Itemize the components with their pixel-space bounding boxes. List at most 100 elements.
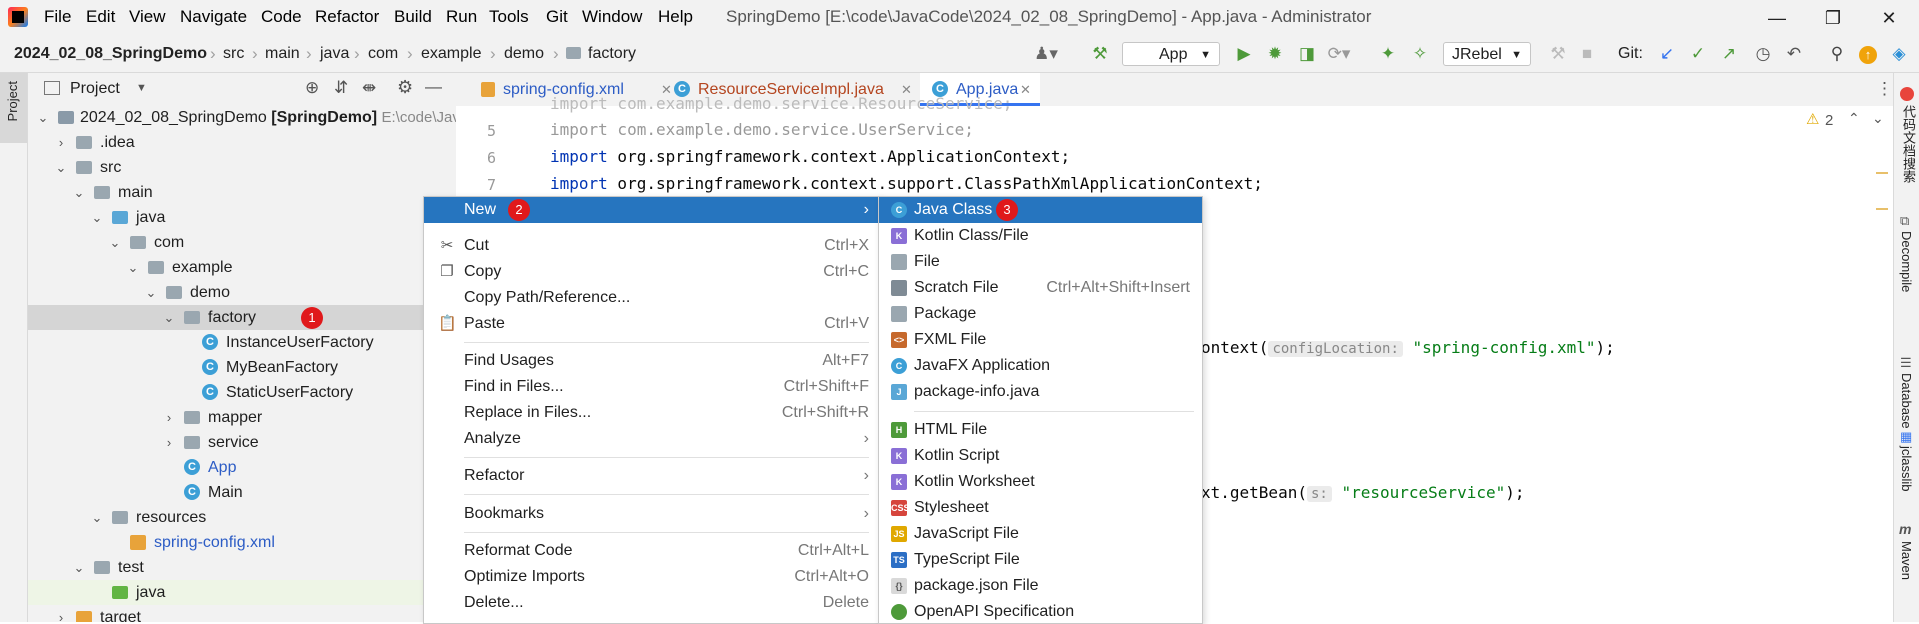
- menu-item-replace-in-files[interactable]: Replace in Files... Ctrl+Shift+R: [424, 400, 881, 426]
- gear-icon[interactable]: ⚙: [397, 77, 413, 98]
- collapsed-arrow-icon[interactable]: ›: [162, 430, 176, 455]
- submenu-item-java-class[interactable]: C Java Class 3: [879, 197, 1202, 223]
- search-icon[interactable]: ⚲: [1825, 42, 1849, 66]
- submenu-item-fxml[interactable]: <> FXML File: [879, 327, 1202, 353]
- tree-item-mybeanfactory[interactable]: C MyBeanFactory: [28, 355, 456, 380]
- menu-item-new[interactable]: New 2 ›: [424, 197, 881, 223]
- minimize-panel-icon[interactable]: —: [425, 77, 442, 97]
- menu-item-paste[interactable]: 📋 Paste Ctrl+V: [424, 311, 881, 337]
- tree-item-target[interactable]: › target: [28, 605, 456, 622]
- collapsed-arrow-icon[interactable]: ›: [54, 605, 68, 622]
- chevron-up-icon[interactable]: ⌃: [1848, 110, 1860, 127]
- submenu-item-javafx[interactable]: C JavaFX Application: [879, 353, 1202, 379]
- submenu-item-kotlin-class[interactable]: K Kotlin Class/File: [879, 223, 1202, 249]
- crosshair-icon[interactable]: ⊕: [305, 78, 319, 98]
- submenu-item-kotlin-worksheet[interactable]: K Kotlin Worksheet: [879, 469, 1202, 495]
- menu-edit[interactable]: Edit: [86, 7, 115, 27]
- menu-item-bookmarks[interactable]: Bookmarks ›: [424, 501, 881, 527]
- minimize-icon[interactable]: —: [1757, 4, 1797, 32]
- menu-run[interactable]: Run: [446, 7, 477, 27]
- collapse-all-icon[interactable]: ⇼: [362, 78, 376, 98]
- expand-all-icon[interactable]: ⇵: [334, 78, 348, 98]
- menu-refactor[interactable]: Refactor: [315, 7, 379, 27]
- database-icon[interactable]: ☰: [1900, 355, 1912, 371]
- jrebel-debug-icon[interactable]: ✧: [1408, 42, 1432, 66]
- menu-git[interactable]: Git: [546, 7, 568, 27]
- submenu-item-typescript[interactable]: TS TypeScript File: [879, 547, 1202, 573]
- code-search-icon[interactable]: [1900, 87, 1914, 101]
- maven-icon[interactable]: m: [1899, 521, 1911, 537]
- profile-icon[interactable]: ⟳▾: [1327, 42, 1351, 66]
- menu-tools[interactable]: Tools: [489, 7, 529, 27]
- menu-item-optimize-imports[interactable]: Optimize Imports Ctrl+Alt+O: [424, 564, 881, 590]
- submenu-item-scratch-file[interactable]: Scratch File Ctrl+Alt+Shift+Insert: [879, 275, 1202, 301]
- project-panel-title[interactable]: Project: [70, 80, 120, 98]
- git-commit-icon[interactable]: ✓: [1686, 42, 1710, 66]
- breadcrumb-src[interactable]: src: [223, 45, 244, 63]
- menu-build[interactable]: Build: [394, 7, 432, 27]
- tree-item-service[interactable]: › service: [28, 430, 456, 455]
- tree-item-resources[interactable]: ⌄ resources: [28, 505, 456, 530]
- menu-item-cut[interactable]: ✂ Cut Ctrl+X: [424, 233, 881, 259]
- chevron-down-icon[interactable]: ⌄: [1872, 110, 1884, 127]
- expand-arrow-icon[interactable]: ⌄: [162, 305, 176, 330]
- menu-code[interactable]: Code: [261, 7, 302, 27]
- history-icon[interactable]: ◷: [1751, 42, 1775, 66]
- expand-arrow-icon[interactable]: ⌄: [90, 505, 104, 530]
- tree-item-com[interactable]: ⌄ com: [28, 230, 456, 255]
- tree-item-main[interactable]: ⌄ main: [28, 180, 456, 205]
- submenu-item-package-info[interactable]: J package-info.java: [879, 379, 1202, 405]
- breadcrumb-main[interactable]: main: [265, 45, 300, 63]
- chevron-down-icon[interactable]: ▼: [136, 82, 147, 94]
- menu-item-reformat-code[interactable]: Reformat Code Ctrl+Alt+L: [424, 538, 881, 564]
- git-update-icon[interactable]: ↙: [1655, 42, 1679, 66]
- breadcrumb-factory[interactable]: factory: [588, 45, 636, 63]
- menu-file[interactable]: File: [44, 7, 71, 27]
- tree-item-idea[interactable]: › .idea: [28, 130, 456, 155]
- tree-item-app[interactable]: C App: [28, 455, 456, 480]
- run-config-select[interactable]: App ▼: [1122, 42, 1220, 66]
- breadcrumb-com[interactable]: com: [368, 45, 398, 63]
- stripe-decompile[interactable]: Decompile: [1899, 231, 1914, 292]
- project-tool-button[interactable]: Project: [0, 73, 27, 143]
- menu-item-analyze[interactable]: Analyze ›: [424, 426, 881, 452]
- breadcrumb-example[interactable]: example: [421, 45, 481, 63]
- expand-arrow-icon[interactable]: ⌄: [108, 230, 122, 255]
- decompile-icon[interactable]: ⧉: [1900, 213, 1909, 229]
- add-user-config-icon[interactable]: ♟▾: [1034, 42, 1058, 66]
- expand-arrow-icon[interactable]: ⌄: [126, 255, 140, 280]
- tree-item-instanceuserfactory[interactable]: C InstanceUserFactory: [28, 330, 456, 355]
- submenu-item-file[interactable]: File: [879, 249, 1202, 275]
- stripe-database[interactable]: Database: [1899, 373, 1914, 429]
- tree-item-demo[interactable]: ⌄ demo: [28, 280, 456, 305]
- menu-navigate[interactable]: Navigate: [180, 7, 247, 27]
- git-push-icon[interactable]: ↗: [1717, 42, 1741, 66]
- coverage-icon[interactable]: ◨: [1295, 42, 1319, 66]
- submenu-item-kotlin-script[interactable]: K Kotlin Script: [879, 443, 1202, 469]
- stripe-maven[interactable]: Maven: [1899, 541, 1914, 580]
- menu-window[interactable]: Window: [582, 7, 642, 27]
- jrebel-run-icon[interactable]: ✦: [1376, 42, 1400, 66]
- tree-item-test[interactable]: ⌄ test: [28, 555, 456, 580]
- tree-item-src[interactable]: ⌄ src: [28, 155, 456, 180]
- tree-item-java[interactable]: ⌄ java: [28, 205, 456, 230]
- tree-item-spring-config[interactable]: spring-config.xml: [28, 530, 456, 555]
- menu-item-find-usages[interactable]: Find Usages Alt+F7: [424, 348, 881, 374]
- tree-item-mapper[interactable]: › mapper: [28, 405, 456, 430]
- tree-item-example[interactable]: ⌄ example: [28, 255, 456, 280]
- tree-item-test-java[interactable]: java: [28, 580, 456, 605]
- expand-arrow-icon[interactable]: ⌄: [72, 180, 86, 205]
- plugin-logo-icon[interactable]: ◈: [1887, 42, 1911, 66]
- menu-help[interactable]: Help: [658, 7, 693, 27]
- menu-item-copy-path[interactable]: Copy Path/Reference...: [424, 285, 881, 311]
- submenu-item-package-json[interactable]: {} package.json File: [879, 573, 1202, 599]
- tree-item-factory[interactable]: ⌄ factory 1: [28, 305, 456, 330]
- jclasslib-icon[interactable]: ▦: [1900, 429, 1912, 445]
- rollback-icon[interactable]: ↶: [1782, 42, 1806, 66]
- debug-icon[interactable]: ✹: [1263, 42, 1287, 66]
- submenu-item-package[interactable]: Package: [879, 301, 1202, 327]
- tree-item-project-root[interactable]: ⌄ 2024_02_08_SpringDemo [SpringDemo] E:\…: [28, 105, 456, 130]
- menu-item-delete[interactable]: Delete... Delete: [424, 590, 881, 616]
- build-hammer-icon[interactable]: ⚒: [1088, 42, 1112, 66]
- breadcrumb-java[interactable]: java: [320, 45, 349, 63]
